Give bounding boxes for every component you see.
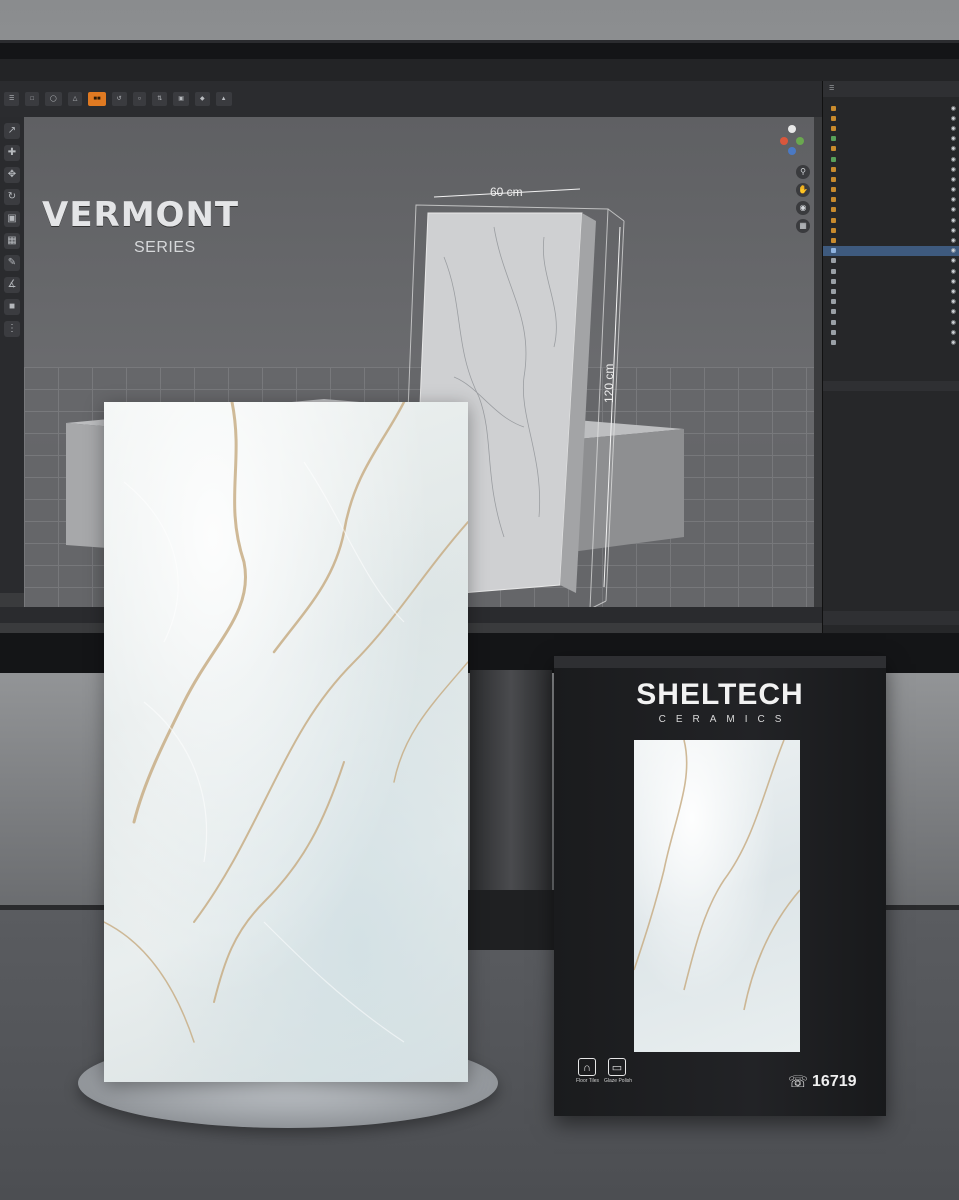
add-cube-tool-icon[interactable]: ■ <box>4 299 20 315</box>
outliner-row[interactable]: ◉ <box>823 235 959 245</box>
outliner-row-selected[interactable]: ◉ <box>823 245 959 256</box>
axis-gizmo-icon <box>780 125 804 155</box>
tile-floor-icon: ∩ <box>578 1058 596 1076</box>
camera-icon[interactable]: ◉ <box>796 201 810 215</box>
outliner-row[interactable]: ◉ <box>823 185 959 195</box>
outliner-row[interactable]: ◉ <box>823 164 959 174</box>
outliner-row[interactable]: ◉ <box>823 154 959 164</box>
outliner-row[interactable]: ◉ <box>823 266 959 276</box>
outliner-row[interactable]: ◉ <box>823 134 959 144</box>
outliner-row[interactable]: ◉ <box>823 215 959 225</box>
toolbar-button[interactable]: ◆ <box>194 92 210 106</box>
navigation-gizmo[interactable] <box>780 123 804 159</box>
outliner-row[interactable]: ◉ <box>823 103 959 113</box>
outliner-row[interactable]: ◉ <box>823 225 959 235</box>
outliner-row[interactable]: ◉ <box>823 123 959 133</box>
cursor-tool-icon[interactable]: ✚ <box>4 145 20 161</box>
rotate-tool-icon[interactable]: ↻ <box>4 189 20 205</box>
outliner-row[interactable]: ◉ <box>823 337 959 347</box>
marble-tile-sample <box>104 402 468 1082</box>
product-box-top <box>554 656 886 668</box>
toolbar-button[interactable]: ▣ <box>173 92 189 106</box>
toolbar-button[interactable]: ↺ <box>111 92 127 106</box>
product-box: SHELTECH CERAMICS ∩ Floor Tiles ▭ Glaze … <box>554 656 886 1116</box>
box-window-veins <box>634 740 800 1011</box>
glaze-polish-icon: ▭ <box>608 1058 626 1076</box>
outliner-row[interactable]: ◉ <box>823 307 959 317</box>
move-tool-icon[interactable]: ✥ <box>4 167 20 183</box>
glaze-polish-caption: Glaze Polish <box>604 1078 633 1084</box>
hotline-number: 16719 <box>812 1073 857 1090</box>
box-window-tile <box>634 740 800 1052</box>
toolbar-button[interactable]: ⇅ <box>152 92 168 106</box>
monitor-stand-neck <box>470 670 552 920</box>
floor-tiles-caption: Floor Tiles <box>576 1078 600 1084</box>
outliner-footer <box>823 611 959 625</box>
outliner-row[interactable]: ◉ <box>823 276 959 286</box>
toolbar-button[interactable]: □ <box>25 92 40 106</box>
outliner-panel: ☰ ◉ ◉ ◉ ◉ ◉ ◉ ◉ ◉ ◉ ◉ ◉ ◉ ◉ ◉ ◉ ◉ ◉ ◉ ◉ <box>822 81 959 633</box>
outliner-row[interactable]: ◉ <box>823 144 959 154</box>
brand-subtitle: CERAMICS <box>658 714 792 725</box>
outliner-row[interactable]: ◉ <box>823 205 959 215</box>
height-dimension-label: 120 cm <box>602 363 616 403</box>
outliner-row[interactable]: ◉ <box>823 174 959 184</box>
more-tool-icon[interactable]: ⋮ <box>4 321 20 337</box>
toolbar-button[interactable]: △ <box>67 92 83 106</box>
headset-icon: ☏ <box>788 1074 809 1091</box>
left-toolbar: ↗ ✚ ✥ ↻ ▣ ▦ ✎ ∡ ■ ⋮ <box>0 117 24 593</box>
properties-bar <box>823 381 959 391</box>
pan-icon[interactable]: ✋ <box>796 183 810 197</box>
toolbar-button[interactable]: ☰ <box>4 92 20 106</box>
zoom-icon[interactable]: ⚲ <box>796 165 810 179</box>
toolbar-button[interactable]: ▲ <box>215 92 232 106</box>
annotate-tool-icon[interactable]: ✎ <box>4 255 20 271</box>
scale-tool-icon[interactable]: ▣ <box>4 211 20 227</box>
select-tool-icon[interactable]: ↗ <box>4 123 20 139</box>
outliner-header: ☰ <box>823 81 959 97</box>
outliner-row[interactable]: ◉ <box>823 327 959 337</box>
outliner-row[interactable]: ◉ <box>823 317 959 327</box>
grid-view-icon[interactable]: ▦ <box>796 219 810 233</box>
toolbar-button[interactable]: ◯ <box>45 92 62 106</box>
brand-name: SHELTECH <box>636 678 804 711</box>
outliner-row[interactable]: ◉ <box>823 286 959 296</box>
outliner-row[interactable]: ◉ <box>823 195 959 205</box>
transform-tool-icon[interactable]: ▦ <box>4 233 20 249</box>
menu-bar <box>0 59 959 81</box>
toolbar-button[interactable]: ○ <box>132 92 147 106</box>
hotline: ☏ 16719 <box>788 1072 857 1092</box>
width-dimension-label: 60 cm <box>490 185 523 199</box>
outliner-row[interactable]: ◉ <box>823 297 959 307</box>
toolbar: ☰ □ ◯ △ ■■ ↺ ○ ⇅ ▣ ◆ ▲ <box>0 81 822 117</box>
outliner-row[interactable]: ◉ <box>823 113 959 123</box>
toolbar-button-active[interactable]: ■■ <box>88 92 106 106</box>
marble-veins <box>104 402 468 1043</box>
outliner-row[interactable]: ◉ <box>823 256 959 266</box>
measure-tool-icon[interactable]: ∡ <box>4 277 20 293</box>
